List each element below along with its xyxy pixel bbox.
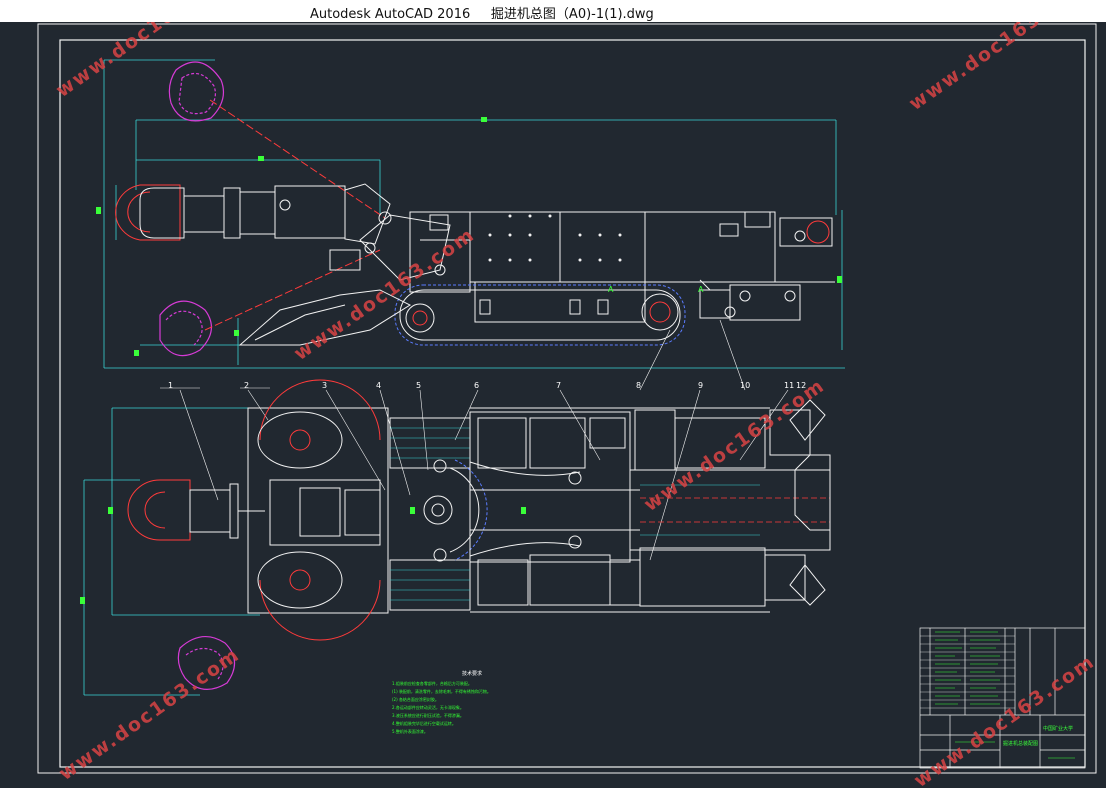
top-view (80, 379, 831, 696)
app-name: Autodesk AutoCAD 2016 (310, 7, 471, 22)
window-title: Autodesk AutoCAD 2016 掘进机总图（A0)-1(1).dwg (310, 3, 654, 22)
drawing-name: 掘进机总装配图 (1003, 740, 1038, 747)
title-block: 掘进机总装配图 中国矿业大学 (919, 627, 1086, 769)
side-view: A A (96, 59, 845, 369)
tech-req-line: (2) 各结合面应涂密封胶。 (392, 697, 439, 702)
part-leaders (160, 319, 789, 561)
tech-req-line: 3.液压系统应进行耐压试验，不得渗漏。 (392, 713, 464, 718)
svg-text:A: A (608, 285, 614, 294)
part-number: 5 (416, 381, 421, 390)
part-number: 1 (168, 381, 173, 390)
part-number: 8 (636, 381, 641, 390)
tech-req-line: 1.组装前应检查各零部件，合格后方可装配。 (392, 681, 472, 686)
part-number: 6 (474, 381, 479, 390)
svg-text:A: A (698, 285, 704, 294)
part-number: 7 (556, 381, 561, 390)
part-number: 3 (322, 381, 327, 390)
title-bar: Autodesk AutoCAD 2016 掘进机总图（A0)-1(1).dwg (0, 0, 1106, 23)
tech-req-line: (1) 装配前，清洗零件，去除毛刺，不得有锈蚀和污物。 (392, 689, 491, 694)
school-name: 中国矿业大学 (1043, 725, 1073, 732)
tech-req-title: 技术要求 (461, 671, 482, 677)
part-number: 4 (376, 381, 381, 390)
technical-requirements: 技术要求 1.组装前应检查各零部件，合格后方可装配。 (1) 装配前，清洗零件，… (392, 670, 552, 736)
file-name: 掘进机总图（A0)-1(1).dwg (490, 7, 654, 22)
part-number: 11 (784, 381, 794, 390)
part-number-labels: 1 2 3 4 5 6 7 8 9 10 11 12 (168, 381, 806, 390)
tech-req-line: 4.整机组装完毕后进行空载试运转。 (392, 721, 456, 726)
part-number: 2 (244, 381, 249, 390)
drawing-canvas[interactable]: A A 1 2 3 4 5 6 7 8 9 10 11 12 掘进机总装配图 中… (0, 22, 1106, 788)
tech-req-line: 2.各运动部件应转动灵活，无卡滞现象。 (392, 705, 464, 710)
part-number: 10 (740, 381, 750, 390)
cad-drawing: A A 1 2 3 4 5 6 7 8 9 10 11 12 掘进机总装配图 中… (37, 23, 1097, 774)
tech-req-line: 5.整机外表面涂漆。 (392, 729, 428, 734)
part-number: 9 (698, 381, 703, 390)
outer-frame (37, 23, 1097, 774)
